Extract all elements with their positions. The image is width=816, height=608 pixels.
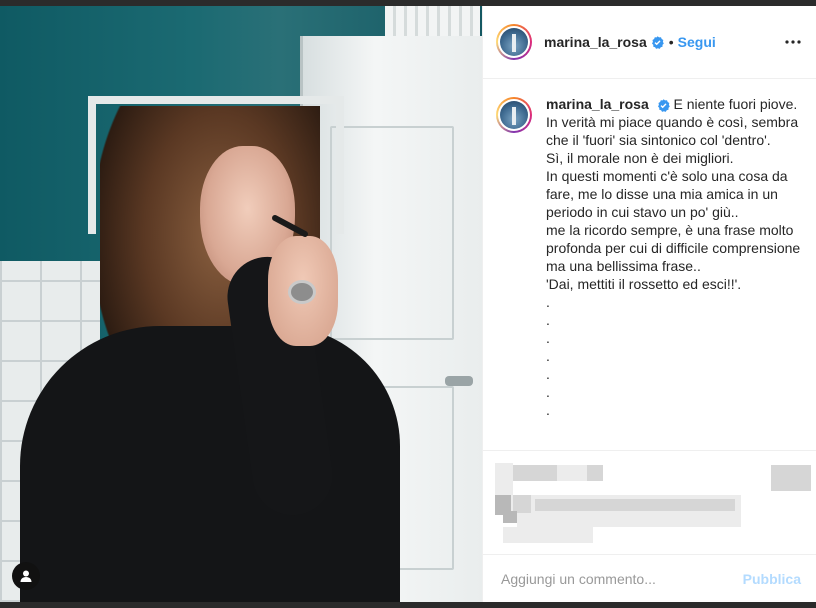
avatar-image — [500, 28, 528, 56]
post-header: marina_la_rosa • Segui — [483, 6, 816, 79]
window-bottom-edge — [0, 602, 816, 608]
tagged-users-button[interactable] — [12, 562, 40, 590]
separator-dot: • — [668, 34, 674, 50]
publish-button[interactable]: Pubblica — [743, 571, 801, 587]
post-side-panel: marina_la_rosa • Segui marina_la_rosa E … — [482, 6, 816, 602]
verified-badge-icon — [651, 35, 664, 49]
door-panel — [330, 126, 454, 340]
more-options-button[interactable] — [783, 32, 803, 52]
caption-username[interactable]: marina_la_rosa — [546, 96, 649, 112]
caption-row: marina_la_rosa E niente fuori piove. In … — [483, 79, 816, 419]
door-handle — [445, 376, 473, 386]
header-username[interactable]: marina_la_rosa — [544, 34, 647, 50]
more-horizontal-icon — [785, 40, 801, 44]
comment-input[interactable] — [499, 570, 743, 588]
avatar-image — [500, 101, 528, 129]
caption-body: E niente fuori piove. In verità mi piace… — [546, 96, 801, 418]
user-icon — [20, 570, 32, 582]
ring — [288, 280, 316, 304]
caption-area: marina_la_rosa E niente fuori piove. In … — [483, 79, 816, 450]
comment-bar: Pubblica — [483, 554, 816, 603]
sweater — [20, 326, 400, 602]
verified-badge-icon — [657, 99, 670, 112]
follow-button[interactable]: Segui — [678, 34, 716, 50]
post-photo[interactable] — [0, 6, 482, 602]
caption-avatar[interactable] — [496, 97, 532, 133]
pixelated-region — [483, 450, 816, 555]
avatar[interactable] — [496, 24, 532, 60]
caption-text: marina_la_rosa E niente fuori piove. In … — [546, 95, 801, 419]
